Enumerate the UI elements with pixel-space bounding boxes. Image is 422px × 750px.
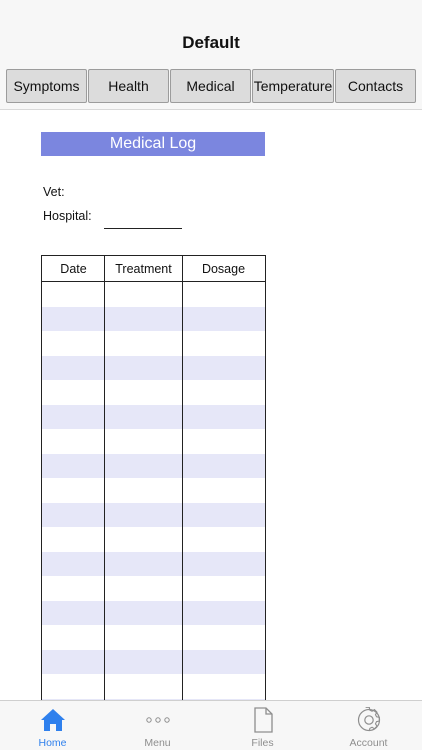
table-row[interactable] [42,478,265,502]
column-divider [182,256,183,704]
table-row[interactable] [42,625,265,649]
table-row[interactable] [42,551,265,576]
column-header-treatment: Treatment [115,262,172,276]
medical-log-table: Date Treatment Dosage [41,255,266,705]
hospital-field-underline[interactable] [104,228,182,229]
column-header-date: Date [60,262,87,276]
tabbar-home-label: Home [38,737,67,749]
gear-icon [356,706,382,734]
tabbar-files[interactable]: Files [210,701,315,750]
column-divider [104,256,105,704]
medical-log-title: Medical Log [41,132,265,156]
navigation-bar: Default [0,0,422,64]
table-row[interactable] [42,576,265,600]
table-row[interactable] [42,502,265,527]
section-tabs: Symptoms Health Medical Temperature Cont… [0,64,422,110]
tab-medical[interactable]: Medical [170,69,251,103]
page-title: Default [182,33,240,52]
table-row[interactable] [42,355,265,380]
table-row[interactable] [42,404,265,429]
tabbar-menu[interactable]: Menu [105,701,210,750]
tabbar-account[interactable]: Account [316,701,421,750]
tab-temperature[interactable]: Temperature [252,69,334,103]
table-row[interactable] [42,429,265,453]
tab-symptoms[interactable]: Symptoms [6,69,87,103]
vet-label: Vet: [43,185,65,199]
table-row[interactable] [42,527,265,551]
table-row[interactable] [42,674,265,698]
tab-contacts[interactable]: Contacts [335,69,416,103]
table-row[interactable] [42,331,265,355]
tabbar-account-label: Account [349,737,388,749]
table-row[interactable] [42,380,265,404]
table-row[interactable] [42,282,265,306]
table-row[interactable] [42,649,265,674]
tab-health[interactable]: Health [88,69,169,103]
column-header-dosage: Dosage [201,262,246,276]
file-icon [252,706,274,734]
table-row[interactable] [42,600,265,625]
home-icon [40,706,66,734]
table-header-row: Date Treatment Dosage [42,256,265,282]
more-dots-icon [145,706,171,734]
tabbar-menu-label: Menu [144,737,171,749]
table-row[interactable] [42,306,265,331]
table-row[interactable] [42,453,265,478]
bottom-tab-bar: Home Menu Files Account [0,700,422,750]
hospital-label: Hospital: [43,209,92,223]
tabbar-home[interactable]: Home [0,701,105,750]
tabbar-files-label: Files [251,737,274,749]
